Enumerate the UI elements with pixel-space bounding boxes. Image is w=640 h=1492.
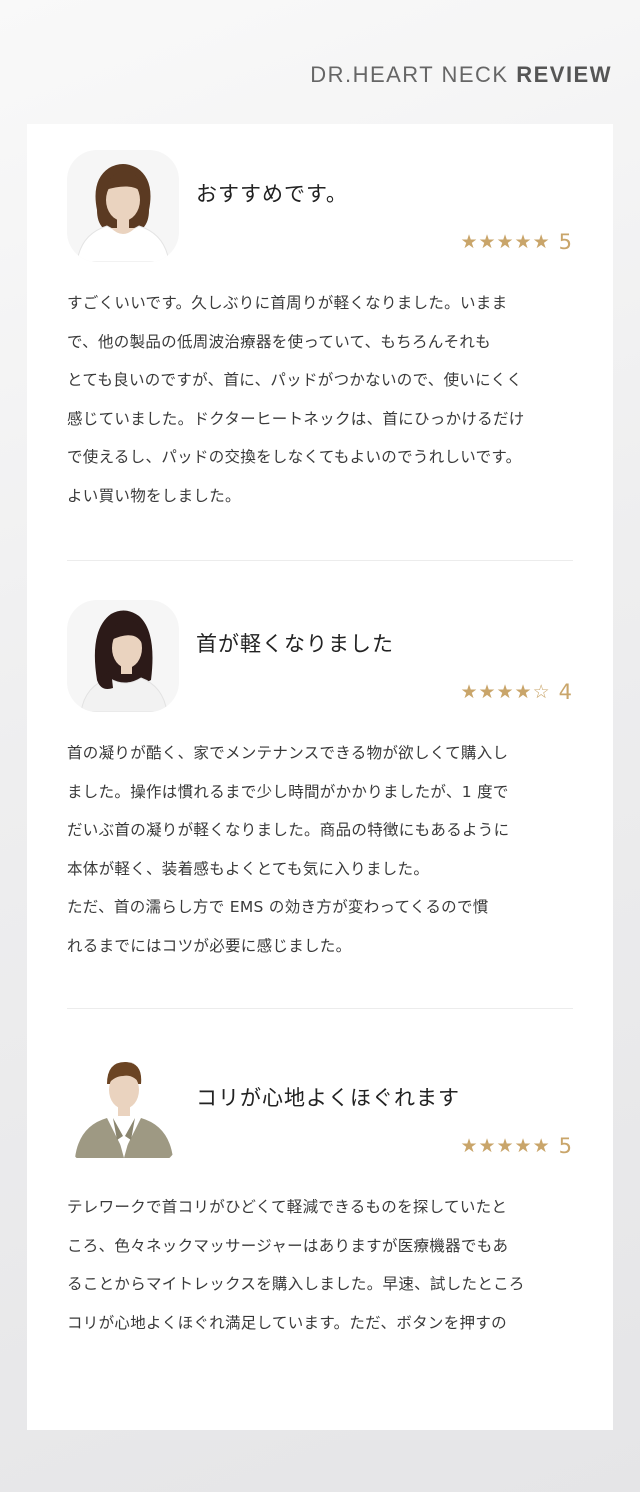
review-line: ころ、色々ネックマッサージャーはありますが医療機器でもあ <box>67 1236 509 1255</box>
review-line: すごくいいです。久しぶりに首周りが軽くなりました。いまま <box>67 294 508 312</box>
review-line: ることからマイトレックスを購入しました。早速、試したところ <box>67 1275 525 1293</box>
man-suit-avatar <box>67 1054 179 1166</box>
star-rating: ★★★★☆ 4 <box>460 680 573 704</box>
review-title: コリが心地よくほぐれます <box>196 1086 460 1110</box>
review-line: だいぶ首の凝りが軽くなりました。商品の特徴にもあるように <box>67 821 510 839</box>
review-body: 首の凝りが酷く、家でメンテナンスできる物が欲しくて購入し ました。操作は慣れるま… <box>67 734 577 965</box>
review-line: れるまでにはコツが必要に感じました。 <box>67 936 352 955</box>
rating-number: 5 <box>558 230 573 254</box>
rating-number: 4 <box>558 680 573 704</box>
review-line: ただ、首の濡らし方で EMS の効き方が変わってくるので慣 <box>67 898 489 916</box>
page-title: DR.HEART NECK REVIEW <box>310 62 612 88</box>
review-title: おすすめです。 <box>196 182 348 206</box>
woman-short-hair-avatar <box>67 150 179 262</box>
review-line: で使えるし、パッドの交換をしなくてもよいのでうれしいです。 <box>67 448 522 466</box>
review-body: テレワークで首コリがひどくて軽減できるものを探していたと ころ、色々ネックマッサ… <box>67 1188 577 1342</box>
review-line: とても良いのですが、首に、パッドがつかないので、使いにくく <box>67 371 523 389</box>
star-rating: ★★★★★ 5 <box>460 230 573 254</box>
review-line: テレワークで首コリがひどくて軽減できるものを探していたと <box>67 1198 508 1216</box>
divider <box>67 560 573 561</box>
rating-stars: ★★★★★ <box>460 1135 551 1157</box>
review-body: すごくいいです。久しぶりに首周りが軽くなりました。いまま で、他の製品の低周波治… <box>67 284 577 515</box>
review-line: で、他の製品の低周波治療器を使っていて、もちろんそれも <box>67 332 491 351</box>
review-line: 首の凝りが酷く、家でメンテナンスできる物が欲しくて購入し <box>67 744 509 762</box>
divider <box>67 1008 573 1009</box>
rating-stars: ★★★★☆ <box>460 681 551 703</box>
review-line: コリが心地よくほぐれ満足しています。ただ、ボタンを押すの <box>67 1313 507 1332</box>
review-line: ました。操作は慣れるまで少し時間がかかりましたが、1 度で <box>67 782 509 801</box>
review-page: DR.HEART NECK REVIEW おすすめです。 ★★★★★ 5 すごく… <box>0 0 640 1492</box>
rating-number: 5 <box>558 1134 573 1158</box>
review-line: よい買い物をしました。 <box>67 486 241 505</box>
rating-stars: ★★★★★ <box>460 231 551 253</box>
page-title-review: REVIEW <box>516 62 612 87</box>
star-rating: ★★★★★ 5 <box>460 1134 573 1158</box>
woman-long-hair-avatar <box>67 600 179 712</box>
page-title-brand: DR.HEART NECK <box>310 62 509 87</box>
review-card: おすすめです。 ★★★★★ 5 すごくいいです。久しぶりに首周りが軽くなりました… <box>27 124 613 1430</box>
review-title: 首が軽くなりました <box>196 632 394 656</box>
review-line: 本体が軽く、装着感もよくとても気に入りました。 <box>67 859 430 878</box>
review-line: 感じていました。ドクターヒートネックは、首にひっかけるだけ <box>67 409 525 428</box>
